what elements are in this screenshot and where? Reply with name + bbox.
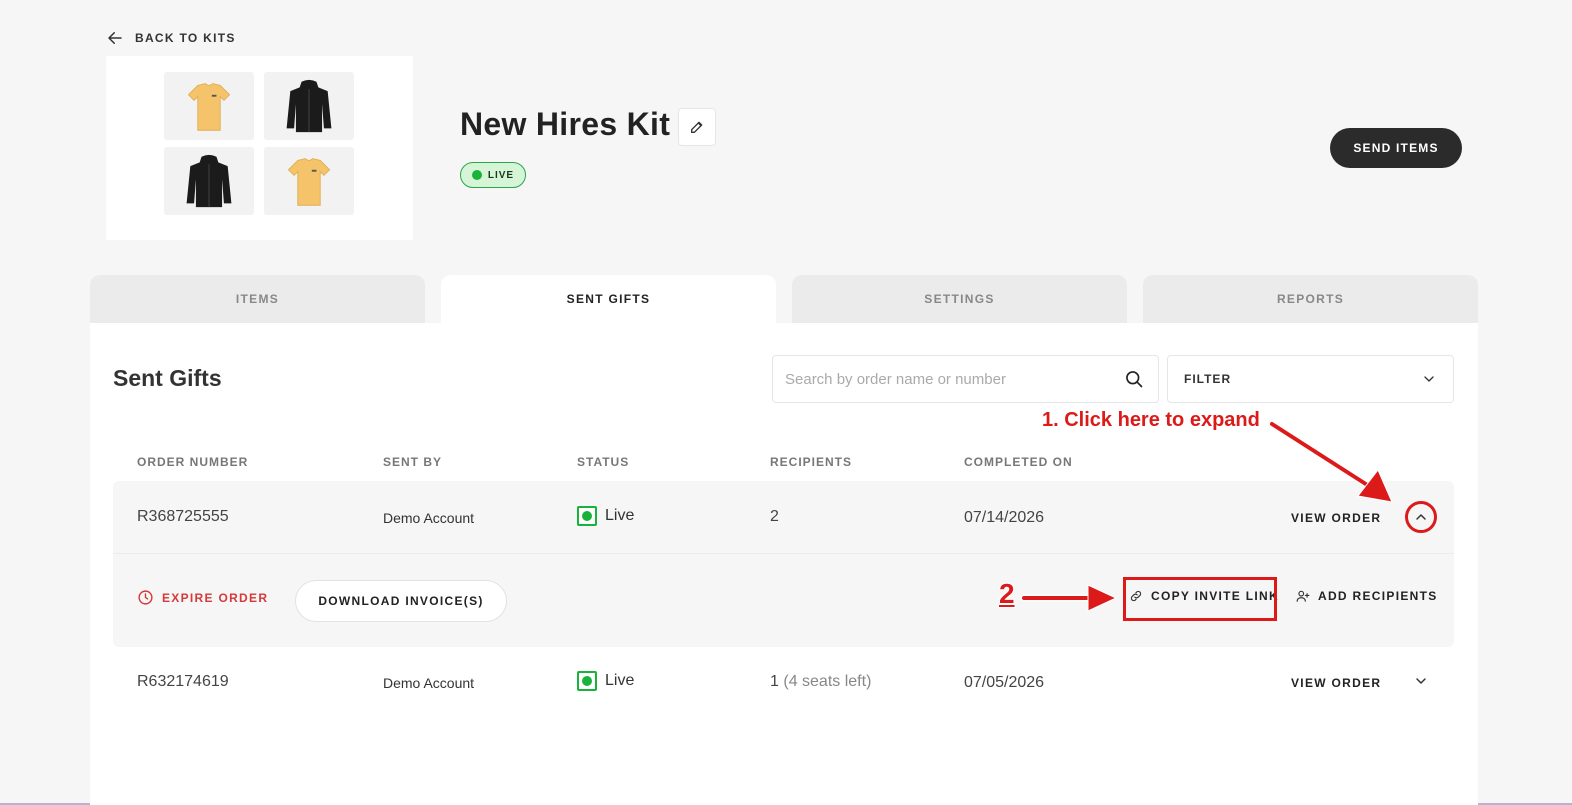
live-status-icon: [577, 506, 597, 526]
thumbnail-yellow-tshirt-2: [264, 147, 354, 215]
order-number: R368725555: [137, 508, 229, 525]
chevron-down-icon[interactable]: [1413, 673, 1429, 689]
recipients-number: 1: [770, 673, 779, 690]
completed-on: 07/14/2026: [964, 509, 1045, 526]
search-box: [772, 355, 1159, 403]
search-icon[interactable]: [1124, 369, 1144, 389]
download-invoices-button[interactable]: DOWNLOAD INVOICE(S): [295, 580, 507, 622]
filter-label: FILTER: [1184, 372, 1232, 386]
sent-gifts-panel: Sent Gifts FILTER ORDER NUMBER SENT BY S…: [90, 323, 1478, 805]
back-to-kits-link[interactable]: BACK TO KITS: [106, 28, 236, 48]
column-header-order-number: ORDER NUMBER: [137, 455, 249, 469]
tab-sent-gifts[interactable]: SENT GIFTS: [441, 275, 776, 323]
hoodie-image: [286, 79, 332, 133]
thumbnail-black-hoodie-2: [164, 147, 254, 215]
column-header-recipients: RECIPIENTS: [770, 455, 853, 469]
view-order-link[interactable]: VIEW ORDER: [1291, 511, 1381, 525]
panel-title: Sent Gifts: [113, 365, 222, 391]
live-dot-icon: [471, 170, 482, 180]
order-status-label: Live: [605, 507, 635, 524]
filter-dropdown[interactable]: FILTER: [1167, 355, 1454, 403]
seats-left-note: (4 seats left): [783, 673, 872, 690]
annotation-highlight-box: [1123, 577, 1277, 621]
kit-title: New Hires Kit: [460, 106, 671, 142]
status-badge: LIVE: [460, 162, 526, 188]
send-items-button[interactable]: SEND ITEMS: [1330, 128, 1462, 168]
edit-kit-button[interactable]: [678, 108, 716, 146]
hoodie-image: [186, 154, 232, 208]
column-header-sent-by: SENT BY: [383, 455, 443, 469]
search-input[interactable]: [773, 356, 1113, 402]
order-status: Live: [577, 506, 634, 526]
order-status-label: Live: [605, 672, 635, 689]
thumbnail-black-hoodie: [264, 72, 354, 140]
recipients-count: 2: [770, 508, 779, 525]
table-row[interactable]: R368725555 Demo Account Live 2 07/14/202…: [113, 481, 1454, 553]
column-header-completed-on: COMPLETED ON: [964, 455, 1073, 469]
annotation-highlight-circle: [1405, 501, 1437, 533]
tab-reports[interactable]: REPORTS: [1143, 275, 1478, 323]
expire-order-label: EXPIRE ORDER: [162, 590, 269, 605]
add-recipients-label: ADD RECIPIENTS: [1318, 589, 1438, 603]
thumbnail-yellow-tshirt: [164, 72, 254, 140]
view-order-link[interactable]: VIEW ORDER: [1291, 676, 1381, 690]
tshirt-image: [287, 158, 331, 206]
table-row[interactable]: R632174619 Demo Account Live 1 (4 seats …: [113, 651, 1454, 717]
annotation-step-2-label: 2: [999, 578, 1015, 609]
pencil-icon: [691, 121, 703, 133]
status-badge-label: LIVE: [487, 169, 515, 181]
column-header-status: STATUS: [577, 455, 630, 469]
expire-order-button[interactable]: EXPIRE ORDER: [137, 589, 268, 606]
order-status: Live: [577, 671, 634, 691]
back-to-kits-label: BACK TO KITS: [135, 31, 236, 45]
chevron-down-icon: [1424, 376, 1434, 382]
clock-icon: [138, 590, 153, 605]
kit-thumbnail-grid: [106, 56, 413, 240]
order-number: R632174619: [137, 673, 229, 690]
tab-settings[interactable]: SETTINGS: [792, 275, 1127, 323]
user-plus-icon: [1296, 590, 1310, 602]
recipients-count: 1 (4 seats left): [770, 673, 871, 691]
add-recipients-button[interactable]: ADD RECIPIENTS: [1296, 589, 1438, 603]
sent-by: Demo Account: [383, 675, 475, 691]
arrow-left-icon: [108, 32, 122, 44]
completed-on: 07/05/2026: [964, 674, 1045, 691]
live-status-icon: [577, 671, 597, 691]
tshirt-image: [187, 83, 231, 131]
sent-by: Demo Account: [383, 510, 475, 526]
annotation-step-1-label: 1. Click here to expand: [1042, 409, 1260, 431]
tab-items[interactable]: ITEMS: [90, 275, 425, 323]
